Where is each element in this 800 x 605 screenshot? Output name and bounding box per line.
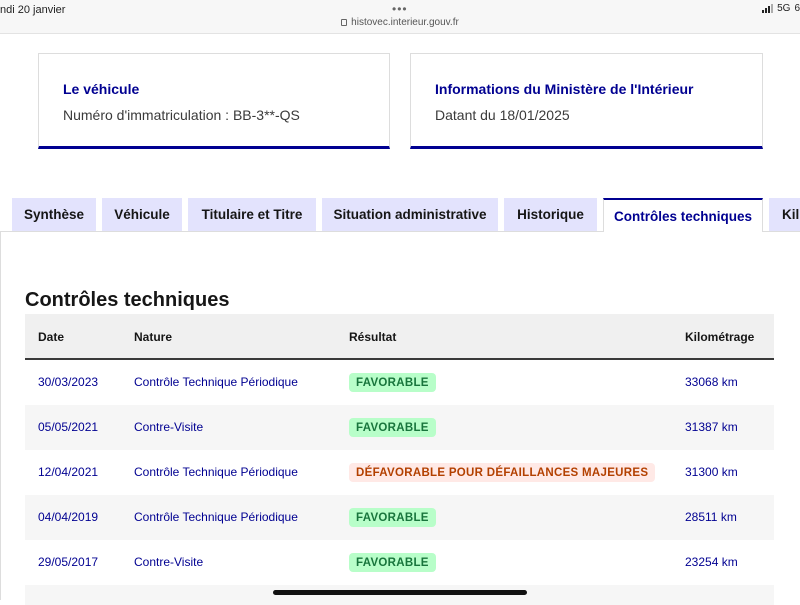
url-text: histovec.interieur.gouv.fr [351,17,459,28]
status-bar: ndi 20 janvier ••• histovec.interieur.go… [0,0,800,34]
result-badge: FAVORABLE [349,508,436,527]
row-nature: Contre-Visite [134,555,204,569]
vehicle-card-title: Le véhicule [63,81,140,97]
table-row: 04/04/2019 Contrôle Technique Périodique… [25,495,774,540]
ministry-card: Informations du Ministère de l'Intérieur… [410,53,763,149]
vehicle-card: Le véhicule Numéro d'immatriculation : B… [38,53,390,149]
header-date: Date [38,330,65,344]
tab-bar: Synthèse Véhicule Titulaire et Titre Sit… [0,198,800,232]
more-dots-icon[interactable]: ••• [392,2,408,16]
table-row: 05/05/2021 Contre-Visite FAVORABLE 31387… [25,405,774,450]
header-result: Résultat [349,330,397,344]
controls-table: Date Nature Résultat Kilométrage 30/03/2… [25,314,774,605]
row-date: 04/04/2019 [38,510,99,524]
row-date: 12/04/2021 [38,465,99,479]
result-badge: DÉFAVORABLE POUR DÉFAILLANCES MAJEURES [349,463,656,482]
row-km: 31387 km [685,420,738,434]
tab-situation-administrative[interactable]: Situation administrative [322,198,498,231]
plate-number: Numéro d'immatriculation : BB-3**-QS [63,107,300,123]
result-badge: FAVORABLE [349,373,436,392]
header-km: Kilométrage [685,330,755,344]
row-nature: Contre-Visite [134,420,204,434]
row-km: 31300 km [685,465,738,479]
battery-label: 6 [794,3,800,14]
data-date: Datant du 18/01/2025 [435,107,570,123]
tab-synthese[interactable]: Synthèse [12,198,96,231]
tab-vehicule[interactable]: Véhicule [102,198,182,231]
tab-controles-techniques[interactable]: Contrôles techniques [603,198,763,232]
network-label: 5G [777,3,791,14]
home-indicator[interactable] [273,590,527,595]
row-km: 23254 km [685,555,738,569]
lock-icon [341,19,348,26]
status-indicators: 5G 6 [762,3,800,14]
tab-kilometrage[interactable]: Kil [769,198,800,231]
row-km: 33068 km [685,375,738,389]
table-row: 30/03/2023 Contrôle Technique Périodique… [25,360,774,405]
row-nature: Contrôle Technique Périodique [134,510,298,524]
row-nature: Contrôle Technique Périodique [134,465,298,479]
ministry-card-title: Informations du Ministère de l'Intérieur [435,81,694,97]
row-date: 29/05/2017 [38,555,99,569]
table-row: 12/04/2021 Contrôle Technique Périodique… [25,450,774,495]
row-date: 30/03/2023 [38,375,99,389]
tab-titulaire[interactable]: Titulaire et Titre [188,198,316,231]
signal-icon [762,4,774,13]
table-header: Date Nature Résultat Kilométrage [25,314,774,360]
tab-historique[interactable]: Historique [504,198,597,231]
table-row [25,585,774,605]
row-date: 05/05/2021 [38,420,99,434]
section-title: Contrôles techniques [25,289,230,311]
result-badge: FAVORABLE [349,553,436,572]
row-km: 28511 km [685,510,737,524]
table-row: 29/05/2017 Contre-Visite FAVORABLE 23254… [25,540,774,585]
result-badge: FAVORABLE [349,418,436,437]
row-nature: Contrôle Technique Périodique [134,375,298,389]
status-time: ndi 20 janvier [0,4,66,16]
address-bar[interactable]: histovec.interieur.gouv.fr [0,17,800,28]
header-nature: Nature [134,330,173,344]
